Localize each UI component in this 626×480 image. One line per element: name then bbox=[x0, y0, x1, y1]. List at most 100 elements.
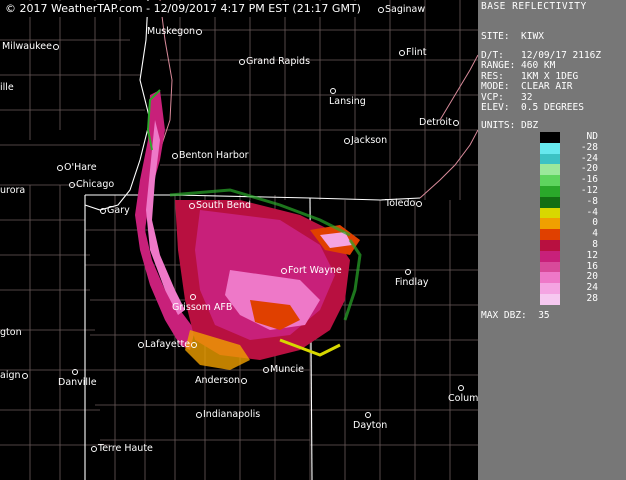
city-dot-icon bbox=[263, 366, 269, 373]
city-label: Lafayette bbox=[145, 339, 191, 350]
city-benton-harbor: Benton Harbor bbox=[171, 150, 249, 161]
city-dot-icon bbox=[190, 293, 196, 300]
city-lexington: gton bbox=[0, 327, 22, 338]
city-danville: Danville bbox=[58, 366, 97, 388]
map-layer bbox=[0, 0, 478, 480]
city-label: Saginaw bbox=[385, 4, 426, 15]
city-label: Milwaukee bbox=[2, 41, 52, 52]
city-label: Chicago bbox=[76, 179, 115, 190]
city-muncie: Muncie bbox=[262, 364, 304, 375]
city-label: Anderson bbox=[195, 375, 241, 386]
city-label: Grand Rapids bbox=[246, 56, 311, 67]
radar-info: SITE: KIWX D/T: 12/09/17 2116Z RANGE: 46… bbox=[481, 31, 601, 114]
city-label: Columbu bbox=[448, 393, 478, 404]
scale-swatch bbox=[540, 196, 560, 208]
scale-swatch bbox=[540, 283, 560, 294]
city-dayton: Dayton bbox=[353, 409, 387, 431]
city-dot-icon bbox=[399, 49, 405, 56]
city-label: Fort Wayne bbox=[288, 265, 342, 276]
city-columbus: Columbu bbox=[448, 382, 478, 404]
scale-swatch bbox=[540, 250, 560, 262]
city-dot-icon bbox=[281, 267, 287, 274]
city-saginaw: Saginaw bbox=[377, 4, 425, 15]
city-dot-icon bbox=[239, 58, 245, 65]
city-dot-icon bbox=[196, 411, 202, 418]
city-dot-icon bbox=[100, 207, 106, 214]
scale-swatch bbox=[540, 175, 560, 186]
scale-label: -28 bbox=[580, 141, 598, 153]
scale-swatch bbox=[540, 153, 560, 165]
units-label: UNITS: DBZ bbox=[481, 120, 539, 131]
city-dot-icon bbox=[91, 445, 97, 452]
city-dot-icon bbox=[52, 43, 59, 50]
scale-label: -8 bbox=[586, 195, 598, 207]
city-label: South Bend bbox=[196, 200, 252, 211]
city-dot-icon bbox=[72, 368, 78, 375]
scale-swatch bbox=[540, 239, 560, 251]
panel-title: BASE REFLECTIVITY bbox=[481, 1, 587, 12]
city-dot-icon bbox=[458, 384, 464, 391]
city-label: Toledo bbox=[385, 198, 416, 209]
city-dot-icon bbox=[452, 119, 459, 126]
info-panel: BASE REFLECTIVITY SITE: KIWX D/T: 12/09/… bbox=[478, 0, 626, 480]
scale-label: 28 bbox=[586, 292, 598, 304]
timestamp-banner: © 2017 WeatherTAP.com - 12/09/2017 4:17 … bbox=[2, 1, 364, 17]
scale-swatch bbox=[540, 164, 560, 176]
city-dot-icon bbox=[69, 181, 75, 188]
city-dot-icon bbox=[172, 152, 178, 159]
city-milwaukee: Milwaukee bbox=[2, 41, 60, 52]
scale-swatch bbox=[540, 207, 560, 219]
city-label: Terre Haute bbox=[98, 443, 153, 454]
scale-swatch bbox=[540, 218, 560, 230]
city-south-bend: South Bend bbox=[188, 200, 251, 211]
city-toledo: Toledo bbox=[385, 198, 423, 209]
city-label: Muskegon bbox=[147, 26, 196, 37]
scale-swatch bbox=[540, 142, 560, 154]
city-label: Detroit bbox=[419, 117, 452, 128]
city-dot-icon bbox=[344, 137, 350, 144]
city-flint: Flint bbox=[398, 47, 427, 58]
city-label: Lansing bbox=[329, 96, 366, 107]
city-dot-icon bbox=[57, 164, 63, 171]
city-dot-icon bbox=[138, 341, 144, 348]
color-scale bbox=[540, 132, 560, 305]
city-lansing: Lansing bbox=[329, 85, 366, 107]
radar-map: © 2017 WeatherTAP.com - 12/09/2017 4:17 … bbox=[0, 0, 478, 480]
max-dbz: MAX DBZ: 35 bbox=[481, 310, 550, 321]
scale-swatch bbox=[540, 293, 560, 305]
city-ohare: O'Hare bbox=[56, 162, 97, 173]
city-gary: Gary bbox=[99, 205, 130, 216]
city-label: O'Hare bbox=[64, 162, 97, 173]
city-indianapolis: Indianapolis bbox=[195, 409, 260, 420]
city-dot-icon bbox=[405, 268, 411, 275]
scale-swatch bbox=[540, 229, 560, 240]
city-dot-icon bbox=[21, 372, 28, 379]
city-dot-icon bbox=[191, 341, 198, 348]
city-dot-icon bbox=[365, 411, 371, 418]
city-label: urora bbox=[0, 185, 26, 196]
city-muskegon: Muskegon bbox=[147, 26, 203, 37]
scale-swatch bbox=[540, 132, 560, 143]
city-label: Jackson bbox=[351, 135, 388, 146]
city-dot-icon bbox=[241, 377, 248, 384]
city-dot-icon bbox=[378, 6, 384, 13]
city-ille: ille bbox=[0, 82, 14, 93]
city-dot-icon bbox=[189, 202, 195, 209]
city-findlay: Findlay bbox=[395, 266, 429, 288]
city-dot-icon bbox=[196, 28, 203, 35]
city-label: Benton Harbor bbox=[179, 150, 249, 161]
city-aurora: urora bbox=[0, 185, 25, 196]
city-champaign: aign bbox=[0, 370, 29, 381]
city-detroit: Detroit bbox=[419, 117, 460, 128]
scale-swatch bbox=[540, 272, 560, 284]
city-label: Indianapolis bbox=[203, 409, 261, 420]
city-label: Gary bbox=[107, 205, 130, 216]
scale-swatch bbox=[540, 185, 560, 197]
color-scale-labels: ND -28 -24 -20 -16 -12 -8 -4 0 4 8 12 16 20 24 28 bbox=[568, 131, 608, 305]
info-line: MODE: CLEAR AIR bbox=[481, 81, 573, 92]
city-chicago: Chicago bbox=[68, 179, 114, 190]
city-dot-icon bbox=[330, 87, 336, 94]
city-grand-rapids: Grand Rapids bbox=[238, 56, 310, 67]
city-anderson: Anderson bbox=[195, 375, 248, 386]
city-label: Muncie bbox=[270, 364, 304, 375]
